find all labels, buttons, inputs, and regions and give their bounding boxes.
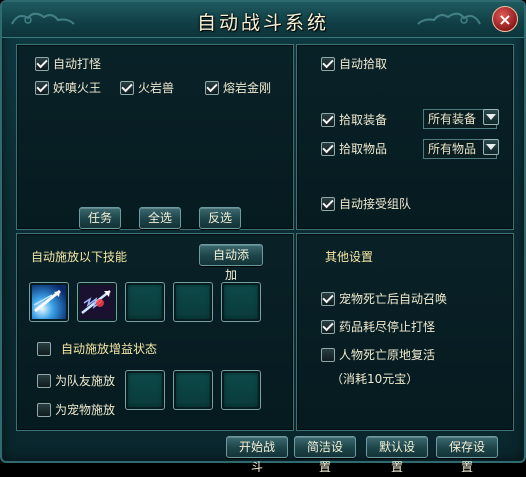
checkbox-box xyxy=(37,373,51,388)
monster-checkbox-3[interactable]: 熔岩金刚 xyxy=(205,79,271,96)
monster-label: 妖嗔火王 xyxy=(53,81,102,95)
checkbox-box xyxy=(35,56,49,71)
title-bar[interactable]: 自动战斗系统 × xyxy=(2,2,524,38)
auto-accept-team-label: 自动接受组队 xyxy=(339,197,412,211)
stop-on-empty-potions-checkbox[interactable]: 药品耗尽停止打怪 xyxy=(321,318,435,335)
chevron-down-icon[interactable] xyxy=(483,139,499,155)
monster-checkbox-1[interactable]: 妖嗔火王 xyxy=(35,79,101,96)
pickup-equipment-checkbox[interactable]: 拾取装备 xyxy=(321,111,387,128)
skills-heading: 自动施放以下技能 xyxy=(31,250,128,264)
auto-buff-checkbox[interactable]: 自动施放增益状态 xyxy=(37,340,157,357)
auto-pickup-label: 自动拾取 xyxy=(339,57,388,71)
pickup-equipment-label: 拾取装备 xyxy=(339,113,388,127)
checkbox-box xyxy=(321,112,335,127)
auto-pickup-checkbox[interactable]: 自动拾取 xyxy=(321,55,387,72)
buff-slot-2[interactable] xyxy=(173,370,213,410)
auto-add-button[interactable]: 自动添加 xyxy=(199,244,263,282)
checkbox-box xyxy=(321,291,335,306)
checkbox-box xyxy=(120,80,134,95)
checkbox-box xyxy=(321,196,335,211)
buff-teammate-label: 为队友施放 xyxy=(55,374,116,388)
ice-arrow-skill-icon xyxy=(32,285,66,319)
monster-checkbox-2[interactable]: 火岩兽 xyxy=(120,79,174,96)
buff-pet-label: 为宠物施放 xyxy=(55,403,116,417)
checkbox-box xyxy=(321,141,335,156)
auto-buff-label: 自动施放增益状态 xyxy=(61,342,158,356)
chevron-down-icon[interactable] xyxy=(483,109,499,125)
pickup-items-label: 拾取物品 xyxy=(339,142,388,156)
skills-panel: 自动施放以下技能 自动添加 自动施放增益状态 为队友施放 为宠物施放 xyxy=(16,233,294,431)
other-settings-heading: 其他设置 xyxy=(325,250,374,264)
revive-in-place-checkbox[interactable]: 人物死亡原地复活 xyxy=(321,346,435,363)
task-button[interactable]: 任务 xyxy=(79,207,121,229)
auto-attack-checkbox[interactable]: 自动打怪 xyxy=(35,55,101,72)
buff-teammate-checkbox[interactable]: 为队友施放 xyxy=(37,372,115,389)
revive-cost-note: （消耗10元宝） xyxy=(331,372,419,386)
pickup-items-checkbox[interactable]: 拾取物品 xyxy=(321,140,387,157)
auto-battle-window: 自动战斗系统 × 自动打怪 妖嗔火王 火岩兽 熔岩金刚 任务 全选 反选 自动拾… xyxy=(0,0,526,474)
close-icon: × xyxy=(498,9,512,29)
monster-label: 熔岩金刚 xyxy=(223,81,272,95)
pet-resummon-label: 宠物死亡后自动召唤 xyxy=(339,292,448,306)
checkbox-box xyxy=(321,347,335,362)
monster-label: 火岩兽 xyxy=(138,81,175,95)
stop-on-empty-potions-label: 药品耗尽停止打怪 xyxy=(339,320,436,334)
skill-slot-4[interactable] xyxy=(173,282,213,322)
simple-settings-button[interactable]: 简洁设置 xyxy=(294,436,356,474)
skill-slot-3[interactable] xyxy=(125,282,165,322)
other-settings-panel: 其他设置 宠物死亡后自动召唤 药品耗尽停止打怪 人物死亡原地复活 （消耗10元宝… xyxy=(296,233,514,431)
checkbox-box xyxy=(321,319,335,334)
auto-attack-panel: 自动打怪 妖嗔火王 火岩兽 熔岩金刚 任务 全选 反选 xyxy=(16,44,294,230)
buff-pet-checkbox[interactable]: 为宠物施放 xyxy=(37,401,115,418)
auto-attack-label: 自动打怪 xyxy=(53,57,102,71)
buff-slot-1[interactable] xyxy=(125,370,165,410)
skill-slot-2[interactable] xyxy=(77,282,117,322)
auto-pickup-panel: 自动拾取 拾取装备 所有装备 拾取物品 所有物品 自动接受组队 xyxy=(296,44,514,230)
close-button[interactable]: × xyxy=(492,6,518,32)
checkbox-box xyxy=(321,56,335,71)
checkbox-box xyxy=(37,402,51,417)
invert-selection-button[interactable]: 反选 xyxy=(199,207,241,229)
checkbox-box xyxy=(205,80,219,95)
save-settings-button[interactable]: 保存设置 xyxy=(436,436,498,474)
pet-resummon-checkbox[interactable]: 宠物死亡后自动召唤 xyxy=(321,290,447,307)
checkbox-box xyxy=(37,341,51,356)
skill-slot-1[interactable] xyxy=(29,282,69,322)
auto-accept-team-checkbox[interactable]: 自动接受组队 xyxy=(321,195,411,212)
skill-slot-5[interactable] xyxy=(221,282,261,322)
revive-in-place-label: 人物死亡原地复活 xyxy=(339,348,436,362)
lightning-arrow-skill-icon xyxy=(80,285,114,319)
start-battle-button[interactable]: 开始战斗 xyxy=(226,436,288,474)
default-settings-button[interactable]: 默认设置 xyxy=(366,436,428,474)
select-all-button[interactable]: 全选 xyxy=(139,207,181,229)
cloud-decoration-icon xyxy=(417,12,481,25)
checkbox-box xyxy=(35,80,49,95)
buff-slot-3[interactable] xyxy=(221,370,261,410)
